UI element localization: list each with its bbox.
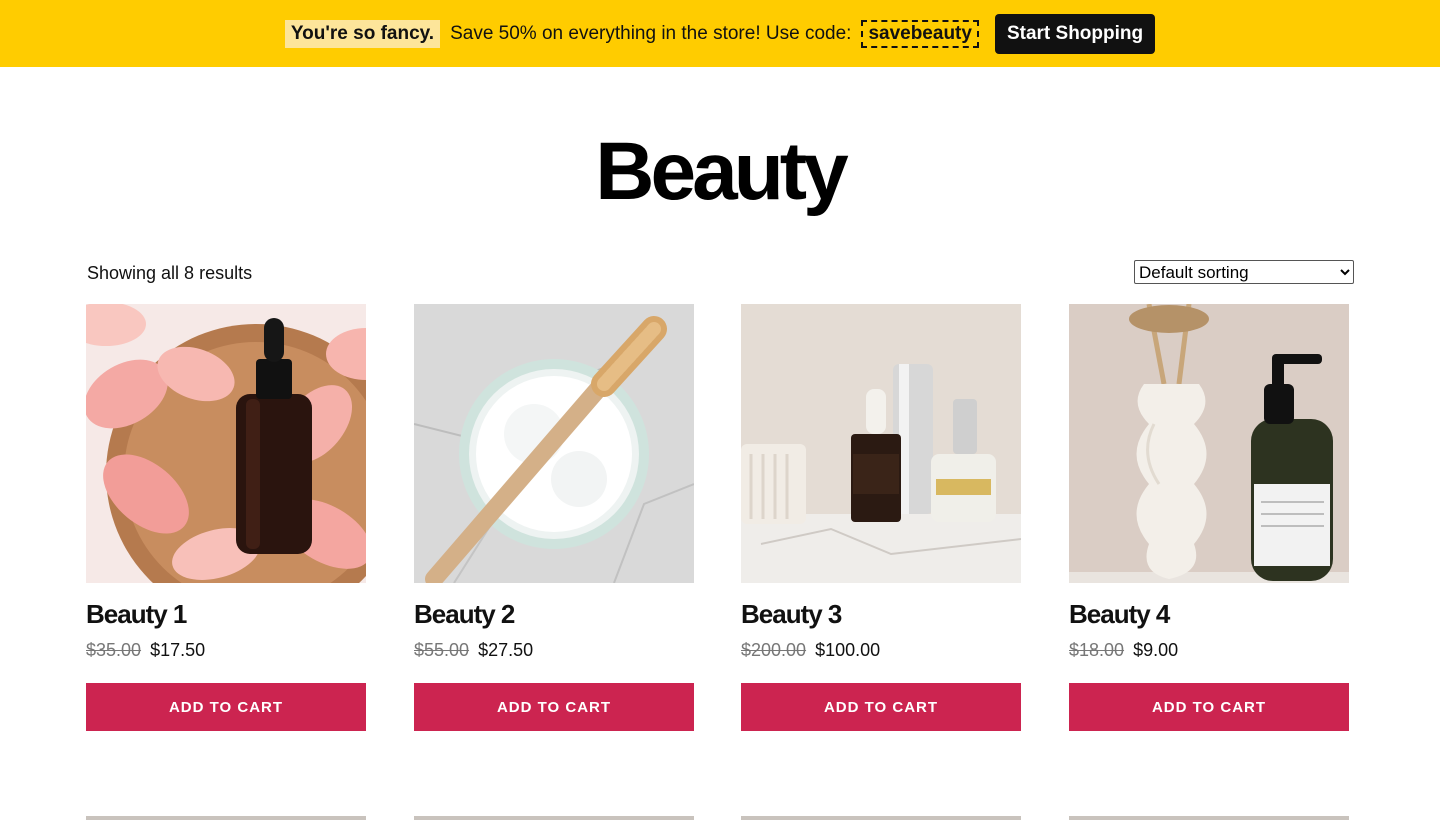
product-name[interactable]: Beauty 2 — [414, 599, 694, 630]
bamboo-toothbrush-powder-image — [414, 304, 694, 583]
original-price: $18.00 — [1069, 640, 1125, 660]
original-price: $35.00 — [86, 640, 142, 660]
price-row: $18.00 $9.00 — [1069, 640, 1349, 661]
add-to-cart-button[interactable]: ADD TO CART — [741, 683, 1021, 731]
vase-lotion-pump-image — [1069, 304, 1349, 583]
product-name[interactable]: Beauty 3 — [741, 599, 1021, 630]
product-name[interactable]: Beauty 4 — [1069, 599, 1349, 630]
add-to-cart-button[interactable]: ADD TO CART — [86, 683, 366, 731]
product-image[interactable] — [1069, 816, 1349, 820]
product-image[interactable] — [86, 304, 366, 583]
price-row: $200.00 $100.00 — [741, 640, 1021, 661]
results-count: Showing all 8 results — [87, 263, 253, 283]
product-image[interactable] — [1069, 304, 1349, 583]
original-price: $55.00 — [414, 640, 470, 660]
product-image[interactable] — [86, 816, 366, 820]
product-image[interactable] — [741, 304, 1021, 583]
promo-highlight: You're so fancy. — [284, 19, 441, 48]
serum-perfume-bottles-image — [741, 304, 1021, 583]
add-to-cart-button[interactable]: ADD TO CART — [414, 683, 694, 731]
sale-price: $100.00 — [815, 640, 881, 660]
product-name[interactable]: Beauty 1 — [86, 599, 366, 630]
product-card: Beauty 1 $35.00 $17.50 ADD TO CART — [86, 304, 366, 731]
product-card: Beauty 4 $18.00 $9.00 ADD TO CART — [1069, 304, 1349, 731]
sale-price: $9.00 — [1133, 640, 1179, 660]
price-row: $35.00 $17.50 — [86, 640, 366, 661]
product-image[interactable] — [414, 816, 694, 820]
start-shopping-button[interactable]: Start Shopping — [994, 13, 1156, 54]
product-card: Beauty 2 $55.00 $27.50 ADD TO CART — [414, 304, 694, 731]
add-to-cart-button[interactable]: ADD TO CART — [1069, 683, 1349, 731]
sale-price: $17.50 — [150, 640, 206, 660]
dropper-bottle-rose-petals-image — [86, 304, 366, 583]
sale-price: $27.50 — [478, 640, 534, 660]
price-row: $55.00 $27.50 — [414, 640, 694, 661]
promo-banner: You're so fancy. Save 50% on everything … — [0, 0, 1440, 67]
product-card: Beauty 3 $200.00 $100.00 ADD TO CART — [741, 304, 1021, 731]
sort-select[interactable]: Default sorting — [1134, 260, 1354, 284]
product-image[interactable] — [741, 816, 1021, 820]
product-image[interactable] — [414, 304, 694, 583]
original-price: $200.00 — [741, 640, 807, 660]
page-title: Beauty — [595, 126, 848, 217]
promo-text: Save 50% on everything in the store! Use… — [450, 22, 852, 44]
promo-code[interactable]: savebeauty — [861, 19, 979, 48]
